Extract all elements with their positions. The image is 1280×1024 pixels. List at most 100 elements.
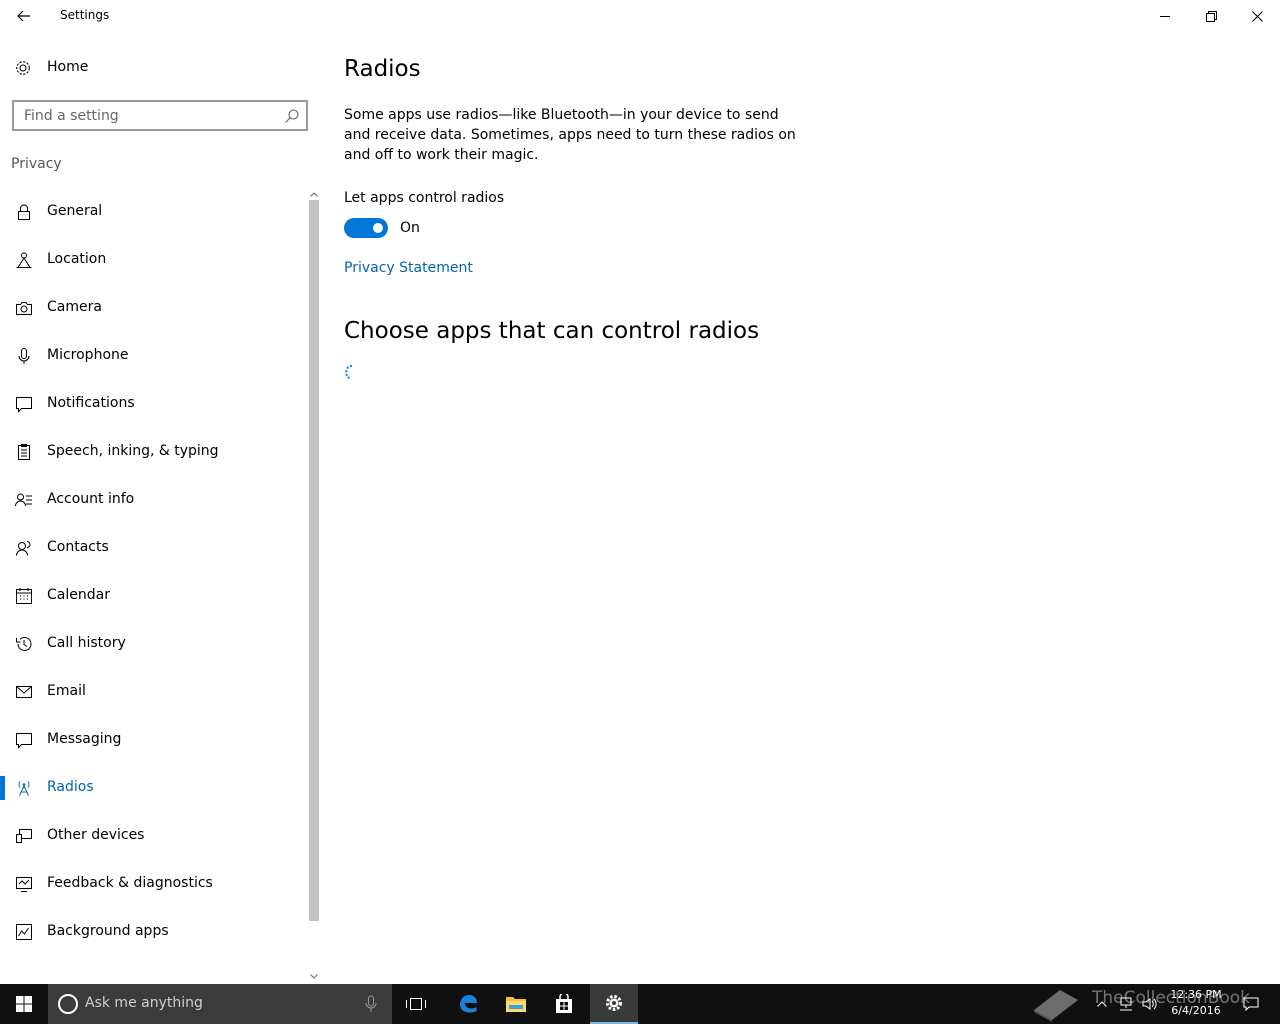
microphone-icon: [18, 348, 30, 364]
sidebar-item-contacts[interactable]: Contacts: [0, 524, 306, 572]
toggle-state-text: On: [400, 220, 420, 236]
taskbar: Ask me anything TheCollectionBook 12:36 …: [0, 984, 1280, 1024]
sidebar-item-label: Speech, inking, & typing: [47, 443, 219, 459]
start-button[interactable]: [0, 984, 48, 1024]
sidebar-item-other-devices[interactable]: Other devices: [0, 812, 306, 860]
back-arrow-icon: [17, 10, 30, 22]
minimize-icon: [1160, 16, 1170, 17]
sidebar-item-label: Background apps: [47, 923, 169, 939]
privacy-statement-link[interactable]: Privacy Statement: [344, 260, 473, 276]
scrollbar-thumb[interactable]: [309, 200, 319, 921]
close-button[interactable]: [1234, 0, 1280, 32]
volume-tray-button[interactable]: [1138, 984, 1162, 1024]
taskbar-file-explorer[interactable]: [492, 984, 540, 1024]
action-center-button[interactable]: [1238, 984, 1264, 1024]
active-indicator: [0, 776, 5, 800]
contacts-icon: [16, 541, 31, 556]
clock-time: 12:36 PM: [1170, 988, 1222, 1001]
toggle-label: Let apps control radios: [344, 190, 505, 206]
sidebar-item-feedback[interactable]: Feedback & diagnostics: [0, 860, 306, 908]
apps-section-title: Choose apps that can control radios: [344, 318, 760, 344]
sidebar-item-messaging[interactable]: Messaging: [0, 716, 306, 764]
network-tray-button[interactable]: [1114, 984, 1138, 1024]
volume-icon: [1142, 998, 1157, 1010]
settings-window: Settings Home Privacy General: [0, 0, 1280, 984]
sidebar-item-label: Other devices: [47, 827, 145, 843]
sidebar-item-label: Messaging: [47, 731, 122, 747]
close-icon: [1251, 10, 1263, 22]
cortana-search-box[interactable]: Ask me anything: [48, 984, 392, 1024]
privacy-nav: General Location Camera Microphone Notif…: [0, 188, 306, 956]
account-info-icon: [15, 493, 32, 507]
search-input[interactable]: [14, 102, 274, 129]
chevron-down-icon: [310, 973, 318, 979]
sidebar-item-label: Notifications: [47, 395, 135, 411]
cortana-search-text: Ask me anything: [85, 995, 203, 1011]
edge-browser-icon: [460, 995, 477, 1013]
speech-icon: [18, 444, 30, 460]
gear-icon: [606, 995, 622, 1011]
sidebar-item-label: Feedback & diagnostics: [47, 875, 213, 891]
folder-icon: [506, 997, 526, 1012]
taskbar-clock[interactable]: 12:36 PM 6/4/2016: [1164, 987, 1228, 1019]
sidebar-item-general[interactable]: General: [0, 188, 306, 236]
show-hidden-icons-button[interactable]: [1092, 984, 1112, 1024]
sidebar-item-radios[interactable]: Radios: [0, 764, 306, 812]
title-bar: Settings: [0, 0, 1280, 32]
email-icon: [16, 686, 32, 698]
sidebar-item-label: Contacts: [47, 539, 109, 555]
chevron-up-icon: [310, 191, 318, 197]
sidebar-item-location[interactable]: Location: [0, 236, 306, 284]
toggle-knob: [373, 223, 383, 233]
minimize-button[interactable]: [1142, 0, 1188, 32]
page-description: Some apps use radios—like Bluetooth—in y…: [344, 107, 796, 163]
home-nav-item[interactable]: Home: [0, 52, 310, 84]
scroll-up-button[interactable]: [308, 188, 320, 200]
taskbar-edge[interactable]: [444, 984, 492, 1024]
restore-icon: [1205, 10, 1217, 22]
sidebar-item-label: Location: [47, 251, 107, 267]
page-title: Radios: [344, 56, 421, 82]
scroll-down-button[interactable]: [308, 970, 320, 982]
sidebar-item-label: Radios: [47, 779, 94, 795]
sidebar-item-label: Account info: [47, 491, 135, 507]
notifications-icon: [16, 397, 32, 413]
back-button[interactable]: [0, 0, 48, 32]
store-bag-icon: [556, 994, 572, 1013]
sidebar-item-account-info[interactable]: Account info: [0, 476, 306, 524]
taskbar-settings[interactable]: [590, 984, 638, 1024]
sidebar-item-label: Microphone: [47, 347, 129, 363]
sidebar-item-label: Calendar: [47, 587, 110, 603]
radios-icon: [18, 781, 30, 796]
restore-button[interactable]: [1188, 0, 1234, 32]
messaging-icon: [16, 733, 32, 749]
sidebar-item-calendar[interactable]: Calendar: [0, 572, 306, 620]
microphone-icon[interactable]: [364, 995, 378, 1013]
sidebar-item-microphone[interactable]: Microphone: [0, 332, 306, 380]
search-icon[interactable]: [284, 108, 300, 124]
content-pane: Radios Some apps use radios—like Bluetoo…: [344, 32, 1244, 982]
loading-spinner-icon: [345, 364, 353, 379]
task-view-icon: [406, 998, 426, 1010]
radios-toggle[interactable]: [344, 218, 388, 238]
sidebar-scrollbar[interactable]: [308, 188, 320, 984]
task-view-button[interactable]: [392, 984, 440, 1024]
sidebar-item-label: Camera: [47, 299, 102, 315]
sidebar-item-camera[interactable]: Camera: [0, 284, 306, 332]
sidebar-item-notifications[interactable]: Notifications: [0, 380, 306, 428]
sidebar-item-label: General: [47, 203, 103, 219]
camera-icon: [16, 302, 32, 315]
sidebar-item-background-apps[interactable]: Background apps: [0, 908, 306, 956]
calendar-icon: [16, 588, 32, 604]
chevron-up-icon: [1097, 1001, 1107, 1007]
sidebar-item-email[interactable]: Email: [0, 668, 306, 716]
sidebar-item-speech[interactable]: Speech, inking, & typing: [0, 428, 306, 476]
taskbar-store[interactable]: [540, 984, 588, 1024]
search-box[interactable]: [12, 100, 308, 131]
sidebar: Home Privacy General Location Camera Mic…: [0, 32, 320, 984]
sidebar-item-call-history[interactable]: Call history: [0, 620, 306, 668]
sidebar-item-label: Call history: [47, 635, 126, 651]
call-history-icon: [16, 637, 32, 651]
cortana-icon: [58, 994, 78, 1014]
book-logo-icon: [1034, 990, 1078, 1022]
